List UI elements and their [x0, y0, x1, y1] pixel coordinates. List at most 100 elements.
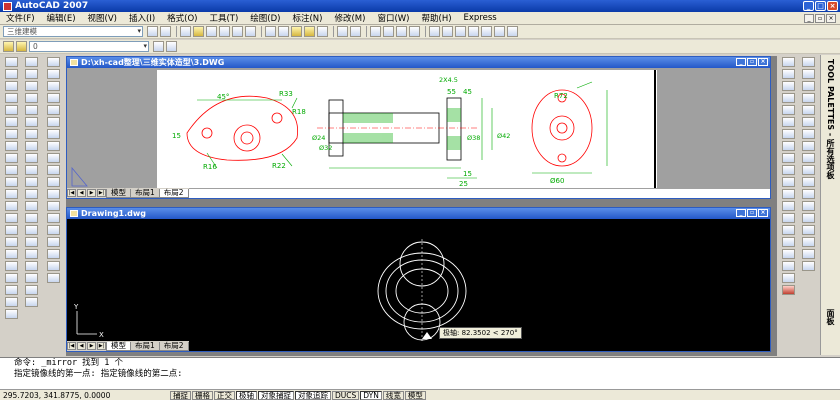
doc2-restore-button[interactable]: ▫ — [747, 209, 757, 217]
last-tab-icon[interactable]: ▶| — [97, 189, 106, 197]
point-icon[interactable] — [46, 213, 60, 223]
gradient-icon[interactable] — [46, 237, 60, 247]
region-icon[interactable] — [46, 249, 60, 259]
separate-icon[interactable] — [4, 297, 18, 307]
section-icon[interactable] — [4, 237, 18, 247]
doc-close-button[interactable]: × — [826, 13, 836, 23]
intersect-icon[interactable] — [4, 213, 18, 223]
view-front-icon[interactable] — [24, 105, 38, 115]
doc1-minimize-button[interactable]: _ — [736, 58, 746, 66]
menu-modify[interactable]: 修改(M) — [328, 12, 371, 24]
menu-file[interactable]: 文件(F) — [0, 12, 41, 24]
leader-icon[interactable] — [801, 129, 815, 139]
quick-dim-icon[interactable] — [801, 93, 815, 103]
menu-help[interactable]: 帮助(H) — [416, 12, 458, 24]
grid-toggle[interactable]: 栅格 — [192, 390, 213, 400]
move-icon[interactable] — [781, 117, 795, 127]
dim-radius-icon[interactable] — [801, 57, 815, 67]
design-center-icon[interactable] — [442, 26, 453, 37]
tool-palette-bar[interactable]: TOOL PALETTES - 所有选项板 面板 — [820, 55, 840, 355]
menu-tools[interactable]: 工具(T) — [203, 12, 244, 24]
tab-model[interactable]: 模型 — [106, 188, 131, 198]
my-workspace-icon[interactable] — [160, 26, 171, 37]
properties-icon[interactable] — [429, 26, 440, 37]
snap-none-icon[interactable] — [801, 261, 815, 271]
camera-icon[interactable] — [24, 177, 38, 187]
orbit-icon[interactable] — [24, 237, 38, 247]
helix-icon[interactable] — [4, 273, 18, 283]
markup-icon[interactable] — [481, 26, 492, 37]
cylinder-icon[interactable] — [4, 81, 18, 91]
ortho-toggle[interactable]: 正交 — [214, 390, 235, 400]
block-editor-icon[interactable] — [317, 26, 328, 37]
first-tab-icon-2[interactable]: |◀ — [67, 342, 76, 350]
save-icon[interactable] — [206, 26, 217, 37]
close-button[interactable]: × — [827, 1, 838, 11]
scale-icon[interactable] — [781, 141, 795, 151]
extrude-icon[interactable] — [4, 141, 18, 151]
dim-aligned-icon[interactable] — [781, 273, 795, 283]
view-back-icon[interactable] — [24, 117, 38, 127]
tab-layout1-2[interactable]: 布局1 — [130, 341, 160, 351]
minimize-button[interactable]: _ — [803, 1, 814, 11]
match-properties-icon[interactable] — [304, 26, 315, 37]
redo-icon[interactable] — [350, 26, 361, 37]
menu-dimension[interactable]: 标注(N) — [286, 12, 328, 24]
arc-icon[interactable] — [46, 117, 60, 127]
layout-canvas[interactable]: 45° R33 R18 R16 R22 15 R72 Ø60 Ø42 Ø24 Ø… — [67, 68, 770, 189]
pyramid-icon[interactable] — [4, 129, 18, 139]
menu-view[interactable]: 视图(V) — [82, 12, 123, 24]
menu-edit[interactable]: 编辑(E) — [41, 12, 82, 24]
help-icon[interactable] — [507, 26, 518, 37]
dim-diameter-icon[interactable] — [801, 69, 815, 79]
construction-line-icon[interactable] — [46, 69, 60, 79]
shell-icon[interactable] — [4, 285, 18, 295]
magnet-icon[interactable] — [781, 285, 795, 295]
command-window[interactable]: 命令: _mirror 找到 1 个 指定镜像线的第一点: 指定镜像线的第二点: — [0, 357, 840, 389]
line-icon[interactable] — [46, 57, 60, 67]
view-right-icon[interactable] — [24, 93, 38, 103]
dim-continue-icon[interactable] — [801, 117, 815, 127]
view-top-icon[interactable] — [24, 57, 38, 67]
view-nw-icon[interactable] — [24, 165, 38, 175]
dim-update-icon[interactable] — [801, 189, 815, 199]
join-icon[interactable] — [781, 213, 795, 223]
wedge-icon[interactable] — [4, 105, 18, 115]
last-tab-icon-2[interactable]: ▶| — [97, 342, 106, 350]
doc1-close-button[interactable]: × — [758, 58, 768, 66]
sheet-set-icon[interactable] — [468, 26, 479, 37]
view-sw-icon[interactable] — [24, 129, 38, 139]
table-draw-icon[interactable] — [46, 261, 60, 271]
sphere-icon[interactable] — [4, 69, 18, 79]
print-icon[interactable] — [219, 26, 230, 37]
model-canvas[interactable]: Y X 极轴: 82.3502 < 270° — [67, 219, 770, 342]
view-se-icon[interactable] — [24, 141, 38, 151]
menu-draw[interactable]: 绘图(D) — [244, 12, 286, 24]
ducs-toggle[interactable]: DUCS — [332, 390, 360, 400]
snap-center-icon[interactable] — [801, 237, 815, 247]
revcloud-icon[interactable] — [46, 141, 60, 151]
circle-icon[interactable] — [46, 129, 60, 139]
sun-icon[interactable] — [16, 41, 27, 52]
hatch-icon[interactable] — [46, 225, 60, 235]
tab-model-2[interactable]: 模型 — [106, 341, 131, 351]
explode-icon[interactable] — [781, 249, 795, 259]
materials-icon[interactable] — [24, 261, 38, 271]
spline-icon[interactable] — [46, 153, 60, 163]
dim-baseline-icon[interactable] — [801, 105, 815, 115]
ellipse-icon[interactable] — [46, 165, 60, 175]
box-icon[interactable] — [4, 57, 18, 67]
make-block-icon[interactable] — [46, 201, 60, 211]
subtract-icon[interactable] — [4, 201, 18, 211]
tolerance-icon[interactable] — [801, 141, 815, 151]
zoom-previous-icon[interactable] — [409, 26, 420, 37]
snap-toggle[interactable]: 捕捉 — [170, 390, 191, 400]
copy-object-icon[interactable] — [781, 69, 795, 79]
polysolid-icon[interactable] — [4, 261, 18, 271]
erase-icon[interactable] — [781, 57, 795, 67]
mirror-icon[interactable] — [781, 81, 795, 91]
zoom-realtime-icon[interactable] — [383, 26, 394, 37]
union-icon[interactable] — [4, 189, 18, 199]
view-ne-icon[interactable] — [24, 153, 38, 163]
dyn-toggle[interactable]: DYN — [360, 390, 382, 400]
